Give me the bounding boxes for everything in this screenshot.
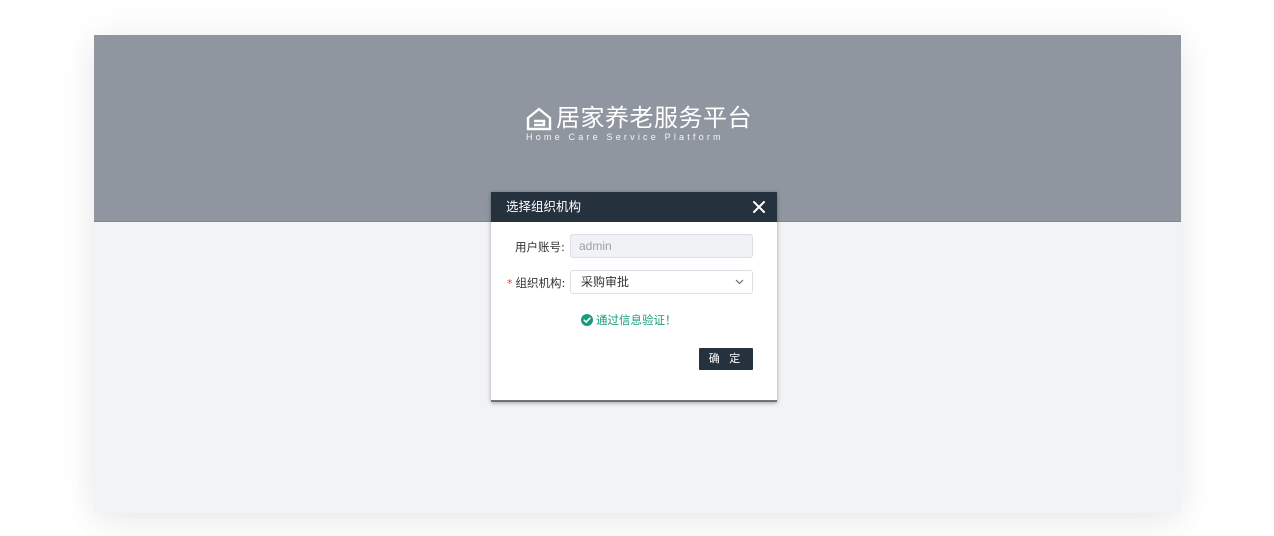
organization-select[interactable]: 采购审批 <box>570 270 753 294</box>
dialog-title: 选择组织机构 <box>506 199 582 214</box>
account-label: 用户账号: <box>515 240 565 254</box>
select-organization-dialog: 选择组织机构 用户账号: *组织机构: 采购审批 通过信息验证！ 确 定 <box>491 192 777 402</box>
org-label-wrapper: * 组织机构: <box>507 276 565 291</box>
close-icon[interactable] <box>751 199 767 215</box>
check-circle-icon <box>581 314 593 326</box>
dialog-header: 选择组织机构 <box>491 192 777 222</box>
verify-message: 通过信息验证！ <box>596 313 677 327</box>
chevron-down-icon <box>735 279 744 285</box>
account-input[interactable] <box>570 234 753 258</box>
platform-title: 居家养老服务平台 <box>556 104 752 132</box>
house-g-icon <box>526 107 552 131</box>
org-label: 组织机构: <box>515 276 566 290</box>
confirm-button[interactable]: 确 定 <box>699 348 753 370</box>
verify-status: 通过信息验证！ <box>581 313 677 327</box>
platform-subtitle: Home Care Service Platform <box>526 132 724 142</box>
platform-logo: 居家养老服务平台 Home Care Service Platform <box>526 104 754 145</box>
required-mark: * <box>507 277 513 290</box>
organization-select-value: 采购审批 <box>581 275 630 289</box>
